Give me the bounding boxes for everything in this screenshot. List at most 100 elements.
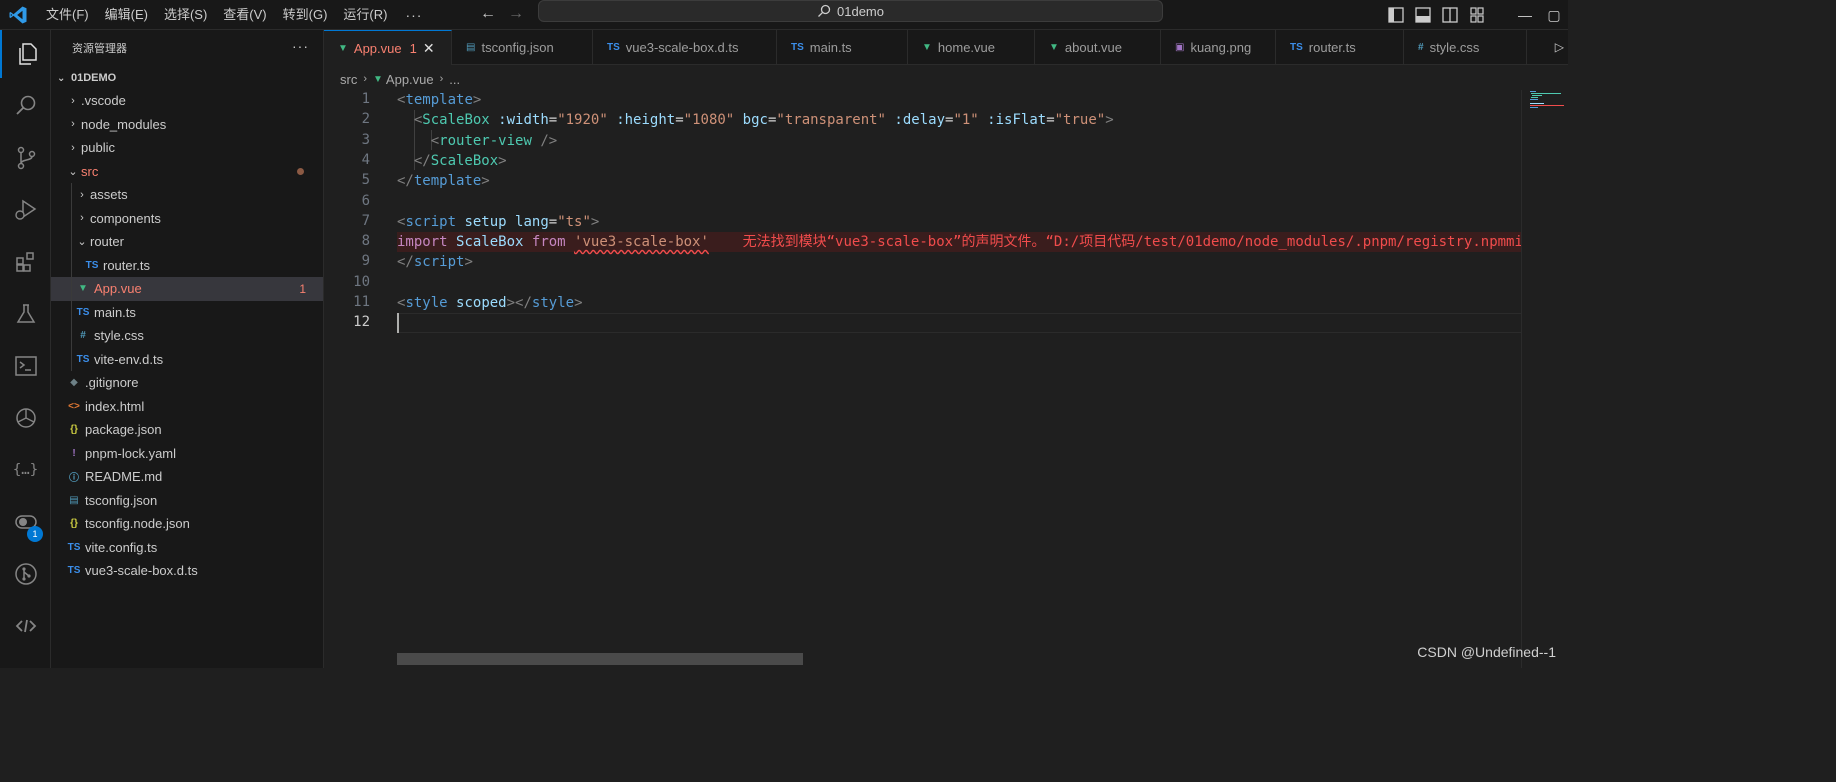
explorer-activity[interactable] [0, 30, 51, 78]
minimap[interactable] [1521, 90, 1568, 668]
toggle-panel-icon[interactable] [1413, 5, 1433, 25]
folder-item[interactable]: ⌄ src [51, 160, 323, 184]
editor-tab[interactable]: ▤ tsconfig.json [452, 30, 593, 65]
file-type-icon: ▣ [1175, 42, 1185, 53]
code-token: style [405, 295, 448, 311]
command-center-search[interactable]: 01demo [538, 0, 1163, 22]
line-number: 5 [361, 172, 370, 189]
file-item[interactable]: ◆ .gitignore [51, 371, 323, 395]
json-activity[interactable]: {…} [0, 446, 51, 494]
copilot-activity[interactable]: 1 [0, 498, 51, 546]
folder-item[interactable]: › components [51, 207, 323, 231]
toggle-primary-sidebar-icon[interactable] [1386, 5, 1406, 25]
file-type-icon: TS [1290, 42, 1303, 53]
terminal-icon [14, 356, 37, 376]
close-icon[interactable]: ✕ [423, 40, 435, 57]
vue-file-icon: ▼ [373, 73, 383, 85]
menu-selection[interactable]: 选择(S) [156, 0, 215, 30]
file-item[interactable]: TS router.ts [51, 254, 323, 278]
explorer-sidebar: 资源管理器 ··· ⌄ 01DEMO › .vscode › node_modules… [51, 30, 324, 668]
maximize-icon[interactable]: ▢ [1540, 0, 1568, 30]
file-type-icon: TS [607, 42, 620, 53]
file-item[interactable]: TS vue3-scale-box.d.ts [51, 559, 323, 583]
folder-item[interactable]: › .vscode [51, 89, 323, 113]
folder-item[interactable]: › node_modules [51, 113, 323, 137]
editor-tab[interactable]: TS vue3-scale-box.d.ts [593, 30, 777, 65]
menu-edit[interactable]: 编辑(E) [97, 0, 156, 30]
explorer-more-button[interactable]: ··· [292, 38, 309, 54]
line-number: 10 [353, 273, 370, 290]
customize-layout-icon[interactable] [1467, 5, 1487, 25]
menu-more-button[interactable]: ··· [395, 0, 432, 30]
back-arrow-icon[interactable]: ← [478, 4, 498, 24]
editor-tab[interactable]: ▼ App.vue 1 ✕ [324, 30, 452, 65]
file-item[interactable]: {} tsconfig.node.json [51, 512, 323, 536]
breadcrumb-symbol[interactable]: ... [449, 72, 460, 87]
code-token: </ [397, 254, 414, 271]
file-item[interactable]: ▤ tsconfig.json [51, 489, 323, 513]
file-item[interactable]: TS vite-env.d.ts [51, 348, 323, 372]
remote-activity[interactable] [0, 602, 51, 650]
file-item[interactable]: # style.css [51, 324, 323, 348]
code-token: "1" [953, 112, 979, 129]
terminal-activity[interactable] [0, 342, 51, 390]
menu-run[interactable]: 运行(R) [335, 0, 395, 30]
code-token: bgc [742, 112, 768, 129]
horizontal-scrollbar[interactable] [397, 653, 803, 665]
code-token: ScaleBox [456, 234, 524, 251]
code-token: = [1046, 112, 1055, 129]
menu-file[interactable]: 文件(F) [38, 0, 97, 30]
code-token: ScaleBox [430, 152, 499, 169]
file-tree: › .vscode › node_modules › public ⌄ src › assets ›… [51, 89, 323, 583]
title-bar: 文件(F) 编辑(E) 选择(S) 查看(V) 转到(G) 运行(R) ··· … [0, 0, 1568, 30]
editor-tab[interactable]: ▼ home.vue [908, 30, 1035, 65]
file-item[interactable]: TS vite.config.ts [51, 536, 323, 560]
breadcrumb-file[interactable]: App.vue [386, 72, 434, 87]
editor-tab[interactable]: TS router.ts [1276, 30, 1404, 65]
file-item[interactable]: ▼ App.vue 1 [51, 277, 323, 301]
run-debug-activity[interactable] [0, 186, 51, 234]
file-type-icon: ▼ [922, 42, 932, 53]
testing-activity[interactable] [0, 290, 51, 338]
breadcrumb-folder[interactable]: src [340, 72, 357, 87]
folder-item[interactable]: › assets [51, 183, 323, 207]
file-item[interactable]: <> index.html [51, 395, 323, 419]
editor-tab[interactable]: ▼ about.vue [1035, 30, 1161, 65]
git-graph-activity[interactable] [0, 550, 51, 598]
minimize-icon[interactable]: — [1510, 0, 1540, 30]
code-token: "transparent" [776, 112, 886, 129]
forward-arrow-icon[interactable]: → [506, 4, 526, 24]
file-tree-label: App.vue [94, 281, 142, 297]
folder-item[interactable]: ⌄ router [51, 230, 323, 254]
code-token: > [590, 213, 600, 230]
extensions-activity[interactable] [0, 238, 51, 286]
file-item[interactable]: TS main.ts [51, 301, 323, 325]
search-activity[interactable] [0, 82, 51, 130]
code-link-icon [15, 619, 36, 633]
toggle-secondary-sidebar-icon[interactable] [1440, 5, 1460, 25]
workspace-root[interactable]: ⌄ 01DEMO [51, 67, 323, 89]
code-token: "ts" [557, 213, 591, 230]
file-item[interactable]: ⓘ README.md [51, 465, 323, 489]
editor-tab[interactable]: ▣ kuang.png [1161, 30, 1276, 65]
folder-item[interactable]: › public [51, 136, 323, 160]
menu-go[interactable]: 转到(G) [275, 0, 336, 30]
file-item[interactable]: ! pnpm-lock.yaml [51, 442, 323, 466]
chatgpt-activity[interactable] [0, 394, 51, 442]
line-number: 4 [361, 151, 370, 168]
file-tree-label: .gitignore [85, 375, 139, 391]
tab-label: App.vue [353, 40, 402, 56]
menu-view[interactable]: 查看(V) [215, 0, 274, 30]
tab-label: about.vue [1064, 40, 1123, 55]
code-editor[interactable]: 1 2 3 4 5 6 7 8 9 10 11 12 <template> <ScaleBox :wi… [324, 90, 1568, 668]
file-type-icon: TS [76, 306, 90, 318]
source-control-activity[interactable] [0, 134, 51, 182]
tab-label: kuang.png [1190, 40, 1252, 55]
editor-tab[interactable]: TS main.ts [777, 30, 908, 65]
run-file-icon[interactable]: ▷ [1555, 40, 1564, 54]
editor-tab[interactable]: # style.css [1404, 30, 1527, 65]
file-item[interactable]: {} package.json [51, 418, 323, 442]
